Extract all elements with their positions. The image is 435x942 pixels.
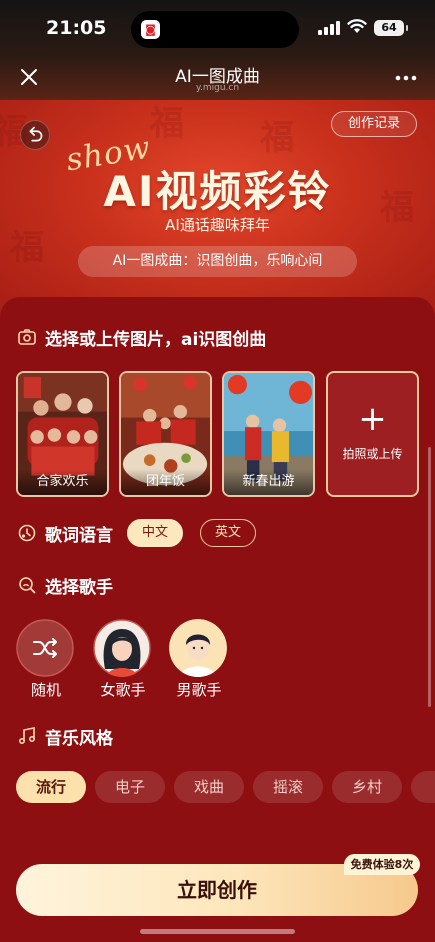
plus-icon: + [358, 399, 387, 439]
battery-icon: 64 [374, 20, 408, 36]
banner-subtitle: AI通话趣味拜年 [165, 216, 270, 234]
female-singer-avatar [93, 619, 151, 677]
music-note-icon [18, 727, 36, 745]
home-indicator[interactable] [140, 929, 295, 934]
main-panel: 选择或上传图片，ai识图创曲 合家欢乐 团年饭 新春出游 + 拍照或上传 歌词语… [0, 297, 435, 942]
banner-title: AI视频彩铃 [103, 167, 332, 216]
style-option[interactable]: 电子 [95, 771, 165, 803]
singer-label: 女歌手 [100, 681, 146, 699]
dynamic-island: ◙ [131, 11, 299, 48]
image-card-label: 合家欢乐 [18, 469, 107, 495]
style-option[interactable]: 乡村 [332, 771, 402, 803]
more-icon[interactable] [393, 68, 419, 86]
camera-icon [18, 329, 36, 345]
decor-pattern: 福 [150, 104, 184, 144]
music-style-list: 流行 电子 戏曲 摇滚 乡村 [16, 771, 435, 805]
style-option[interactable]: 戏曲 [174, 771, 244, 803]
top-bar: 21:05 ◙ 64 AI一图成曲 y.migu.cn [0, 0, 435, 100]
image-card[interactable]: 新春出游 [222, 371, 315, 497]
style-option[interactable]: 流行 [16, 771, 86, 803]
search-person-icon [19, 577, 36, 594]
upload-section-title: 选择或上传图片，ai识图创曲 [17, 325, 267, 350]
signal-icon [318, 21, 340, 35]
wifi-icon [347, 19, 367, 33]
image-card[interactable]: 合家欢乐 [16, 371, 109, 497]
language-icon [18, 524, 36, 542]
hero-banner: 福 福 福 福 福 创作记录 show AI视频彩铃 AI通话趣味拜年 AI一图… [0, 100, 435, 320]
banner-tagline: AI一图成曲：识图创曲，乐响心间 [78, 246, 357, 277]
lyrics-language-row: 歌词语言 中文 英文 [17, 519, 417, 549]
upload-photo-button[interactable]: + 拍照或上传 [326, 371, 419, 497]
style-option[interactable]: 摇滚 [253, 771, 323, 803]
nav-bar: AI一图成曲 y.migu.cn [0, 56, 435, 100]
lyrics-language-label: 歌词语言 [45, 525, 113, 546]
image-card-list: 合家欢乐 团年饭 新春出游 + 拍照或上传 [16, 371, 435, 497]
shuffle-icon [16, 619, 74, 677]
singer-section-title: 选择歌手 [17, 573, 113, 598]
app-indicator-icon: ◙ [141, 20, 160, 39]
singer-list: 随机 女歌手 男歌手 [16, 619, 435, 701]
singer-male[interactable]: 男歌手 [169, 619, 229, 701]
back-icon[interactable] [20, 120, 50, 150]
music-style-label: 音乐风格 [45, 728, 113, 749]
status-time: 21:05 [46, 17, 107, 39]
singer-random[interactable]: 随机 [16, 619, 76, 701]
singer-label: 男歌手 [176, 681, 222, 699]
style-option-more[interactable] [411, 771, 435, 803]
creation-record-button[interactable]: 创作记录 [331, 111, 417, 137]
language-option-chinese[interactable]: 中文 [127, 519, 183, 547]
status-bar: 21:05 ◙ 64 [0, 0, 435, 56]
decor-pattern: 福 [260, 118, 294, 158]
singer-label: 随机 [30, 681, 61, 699]
lyrics-language-title: 歌词语言 [17, 521, 113, 546]
singer-female[interactable]: 女歌手 [93, 619, 153, 701]
page-domain: y.migu.cn [195, 83, 240, 93]
male-singer-avatar [169, 619, 227, 677]
language-option-english[interactable]: 英文 [200, 519, 256, 547]
free-trial-badge: 免费体验8次 [344, 854, 420, 875]
image-card-label: 新春出游 [224, 469, 313, 495]
upload-label: 拍照或上传 [342, 447, 403, 461]
music-style-title: 音乐风格 [17, 724, 113, 749]
image-card-label: 团年饭 [121, 469, 210, 495]
singer-section-label: 选择歌手 [45, 577, 113, 598]
upload-section-label: 选择或上传图片，ai识图创曲 [45, 329, 267, 350]
image-card[interactable]: 团年饭 [119, 371, 212, 497]
